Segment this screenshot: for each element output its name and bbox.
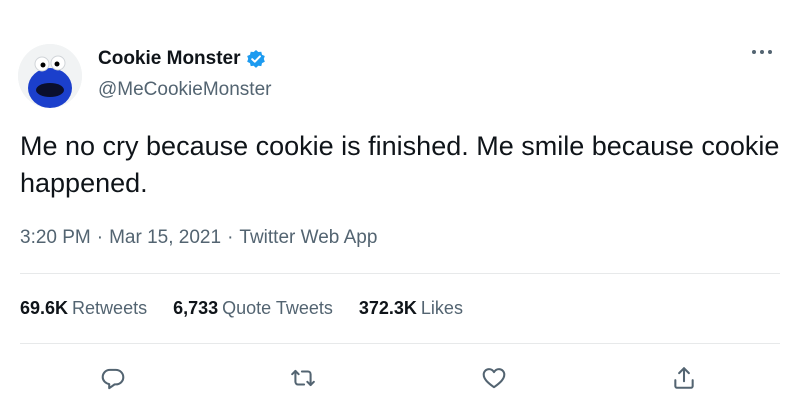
share-button[interactable]	[666, 360, 702, 396]
cookie-monster-avatar-icon	[18, 44, 82, 108]
retweets-stat[interactable]: 69.6K Retweets	[20, 298, 147, 319]
reply-button[interactable]	[95, 360, 131, 396]
tweet-time[interactable]: 3:20 PM	[20, 227, 91, 249]
like-button[interactable]	[476, 360, 512, 396]
tweet-stats: 69.6K Retweets 6,733 Quote Tweets 372.3K Li…	[20, 298, 489, 319]
meta-separator: ·	[96, 227, 104, 248]
likes-count: 372.3K	[358, 298, 417, 318]
share-icon	[674, 367, 694, 389]
author-handle[interactable]: @MeCookieMonster	[98, 79, 271, 101]
tweet-date[interactable]: Mar 15, 2021	[109, 227, 221, 249]
tweet-source-app[interactable]: Twitter Web App	[239, 227, 377, 249]
heart-icon	[482, 368, 506, 389]
retweet-icon	[291, 369, 315, 387]
display-name[interactable]: Cookie Monster	[98, 48, 241, 70]
avatar[interactable]	[18, 44, 82, 108]
reply-icon	[101, 368, 125, 390]
meta-separator: ·	[227, 227, 234, 248]
likes-label: Likes	[420, 298, 463, 318]
author-name-row: Cookie Monster	[98, 48, 266, 70]
divider	[20, 273, 780, 274]
likes-stat[interactable]: 372.3K Likes	[359, 298, 463, 319]
retweets-label: Retweets	[72, 298, 148, 318]
more-options-icon[interactable]	[748, 42, 776, 62]
verified-badge-icon	[246, 49, 266, 69]
quote-tweets-count: 6,733	[173, 298, 219, 318]
tweet-actions	[0, 360, 800, 396]
quote-tweets-label: Quote Tweets	[222, 298, 333, 318]
tweet-card: Cookie Monster @MeCookieMonster Me no cr…	[0, 0, 800, 420]
tweet-text: Me no cry because cookie is finished. Me…	[20, 131, 780, 198]
quote-tweets-stat[interactable]: 6,733 Quote Tweets	[173, 298, 333, 319]
retweets-count: 69.6K	[20, 298, 69, 318]
retweet-button[interactable]	[285, 360, 321, 396]
divider	[20, 343, 780, 344]
tweet-meta: 3:20 PM · Mar 15, 2021 · Twitter Web App	[20, 227, 377, 249]
